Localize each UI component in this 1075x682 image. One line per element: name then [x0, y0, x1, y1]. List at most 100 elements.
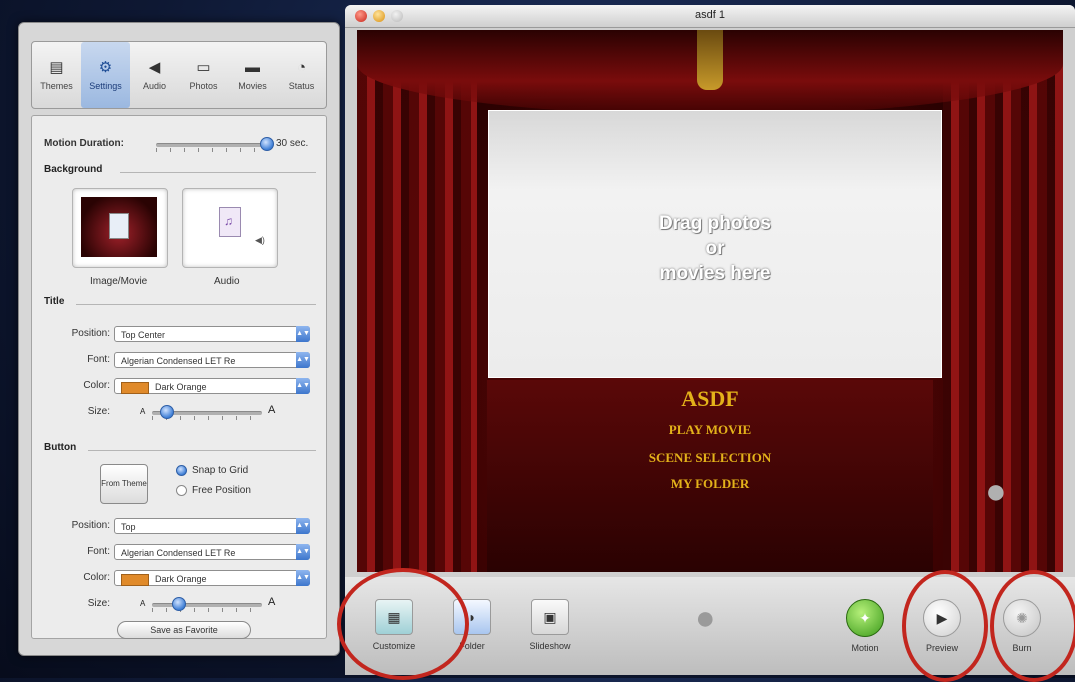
title-bar: asdf 1	[345, 5, 1075, 28]
button-heading: Button	[44, 442, 77, 453]
save-as-favorite-button[interactable]: Save as Favorite	[117, 621, 251, 639]
title-size-label: Size:	[87, 406, 110, 417]
title-font-select[interactable]: Algerian Condensed LET Re ▲▼	[114, 352, 310, 368]
motion-duration-track	[156, 143, 266, 147]
title-size-slider[interactable]	[160, 405, 174, 419]
speaker-icon: ◀	[148, 59, 161, 76]
snap-to-grid-label: Snap to Grid	[192, 465, 249, 476]
free-position-label: Free Position	[192, 485, 251, 496]
button-size-track	[152, 603, 262, 607]
main-window: asdf 1 Drag photos or movies here ASDF P…	[345, 5, 1075, 675]
free-position-radio[interactable]	[176, 485, 187, 496]
save-as-favorite-label: Save as Favorite	[150, 625, 218, 635]
menu-preview-area: Drag photos or movies here ASDF PLAY MOV…	[357, 30, 1063, 572]
title-color-label: Color:	[83, 380, 110, 391]
speaker-icon: ◀)	[255, 235, 265, 245]
tab-photos[interactable]: ▭ Photos	[179, 42, 228, 108]
background-heading: Background	[44, 164, 103, 175]
slider-ticks	[152, 608, 262, 612]
tab-audio[interactable]: ◀ Audio	[130, 42, 179, 108]
menu-item-scene-selection[interactable]: SCENE SELECTION	[357, 450, 1063, 466]
tab-label: Photos	[189, 81, 218, 91]
button-color-label: Color:	[83, 572, 110, 583]
settings-panel: Motion Duration: 30 sec. Background Imag…	[31, 115, 327, 639]
chevron-updown-icon: ▲▼	[296, 518, 310, 534]
curtain-tassel	[697, 30, 723, 90]
settings-drawer: ▤ Themes ⚙ Settings ◀ Audio ▭ Photos ▬ Movies…	[18, 22, 340, 656]
status-icon: ◔	[296, 59, 307, 76]
button-color-select[interactable]: Dark Orange ▲▼	[114, 570, 310, 586]
divider	[120, 172, 316, 173]
slideshow-button[interactable]: ▣ Slideshow	[515, 599, 585, 651]
menu-item-my-folder[interactable]: MY FOLDER	[357, 476, 1063, 492]
motion-label: Motion	[851, 643, 879, 653]
chevron-updown-icon: ▲▼	[296, 570, 310, 586]
tab-label: Audio	[142, 81, 167, 91]
motion-icon: ✦	[846, 599, 884, 637]
tab-movies[interactable]: ▬ Movies	[228, 42, 277, 108]
button-font-label: Font:	[87, 546, 110, 557]
tab-label: Movies	[238, 81, 267, 91]
drop-zone-text: Drag photos or movies here	[489, 211, 941, 286]
audio-label: Audio	[214, 276, 240, 287]
select-value: Algerian Condensed LET Re	[121, 356, 236, 366]
photo-icon: ▭	[196, 59, 211, 76]
button-position-select[interactable]: Top ▲▼	[114, 518, 310, 534]
title-position-select[interactable]: Top Center ▲▼	[114, 326, 310, 342]
tab-status[interactable]: ◔ Status	[277, 42, 326, 108]
title-color-select[interactable]: Dark Orange ▲▼	[114, 378, 310, 394]
drawer-tab-bar: ▤ Themes ⚙ Settings ◀ Audio ▭ Photos ▬ Movies…	[31, 41, 327, 109]
button-size-slider[interactable]	[172, 597, 186, 611]
tab-settings[interactable]: ⚙ Settings	[81, 42, 130, 108]
movie-file-icon	[109, 213, 129, 239]
size-large-a: A	[268, 596, 276, 608]
size-small-a: A	[140, 599, 146, 608]
title-heading: Title	[44, 296, 65, 307]
tab-label: Themes	[40, 81, 73, 91]
chevron-updown-icon: ▲▼	[296, 378, 310, 394]
select-value: Top	[121, 522, 136, 532]
slideshow-icon: ▣	[531, 599, 569, 635]
button-font-select[interactable]: Algerian Condensed LET Re ▲▼	[114, 544, 310, 560]
tab-label: Settings	[89, 81, 122, 91]
background-thumbnail	[81, 197, 157, 257]
themes-icon: ▤	[49, 59, 64, 76]
apple-logo-icon: ●	[985, 470, 1007, 511]
select-value: Dark Orange	[155, 574, 207, 584]
image-movie-label: Image/Movie	[90, 276, 148, 287]
background-image-well[interactable]	[72, 188, 168, 268]
tab-themes[interactable]: ▤ Themes	[32, 42, 81, 108]
divider	[76, 304, 316, 305]
background-audio-well[interactable]: ♫ ◀)	[182, 188, 278, 268]
select-value: Algerian Condensed LET Re	[121, 548, 236, 558]
menu-item-play-movie[interactable]: PLAY MOVIE	[357, 422, 1063, 438]
snap-to-grid-radio[interactable]	[176, 465, 187, 476]
drop-zone[interactable]: Drag photos or movies here	[488, 110, 942, 378]
motion-duration-label: Motion Duration:	[44, 138, 124, 149]
motion-duration-slider[interactable]	[260, 137, 274, 151]
chevron-updown-icon: ▲▼	[296, 326, 310, 342]
tab-label: Status	[288, 81, 315, 91]
window-title: asdf 1	[695, 9, 725, 21]
select-value: Dark Orange	[155, 382, 207, 392]
color-swatch	[121, 381, 149, 394]
preview-highlight-ring	[902, 570, 988, 682]
color-swatch	[121, 573, 149, 586]
motion-button[interactable]: ✦ Motion	[830, 599, 900, 653]
drop-zone-line: or	[705, 238, 725, 259]
slideshow-label: Slideshow	[529, 641, 571, 651]
drop-zone-line: Drag photos	[659, 213, 771, 234]
title-position-label: Position:	[71, 328, 110, 339]
gear-icon: ⚙	[98, 59, 113, 76]
from-theme-button[interactable]: From Theme	[100, 464, 148, 504]
motion-duration-value: 30 sec.	[276, 138, 309, 149]
title-font-label: Font:	[87, 354, 110, 365]
film-icon: ▬	[245, 59, 260, 76]
size-large-a: A	[268, 404, 276, 416]
from-theme-label: From Theme	[101, 479, 147, 488]
button-position-label: Position:	[71, 520, 110, 531]
divider	[88, 450, 316, 451]
button-size-label: Size:	[87, 598, 110, 609]
chevron-updown-icon: ▲▼	[296, 544, 310, 560]
menu-title: ASDF	[681, 386, 739, 411]
